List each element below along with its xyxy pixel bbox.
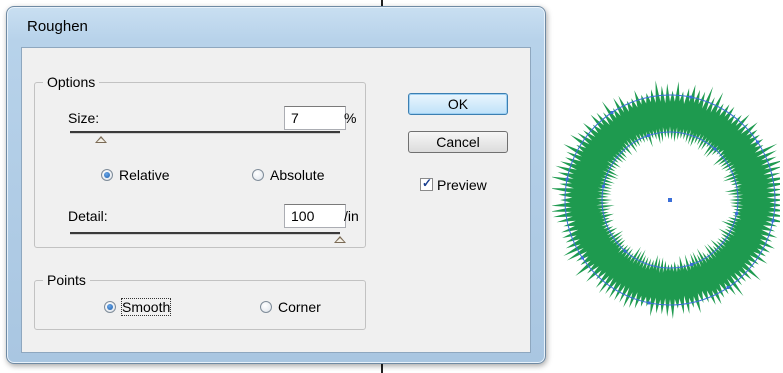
- anchor-point-icon: [565, 177, 569, 181]
- anchor-point-icon: [771, 219, 775, 223]
- anchor-point-icon: [646, 134, 650, 137]
- size-slider-track[interactable]: [70, 131, 340, 134]
- detail-slider-thumb-icon[interactable]: [334, 236, 346, 243]
- corner-radio[interactable]: [260, 301, 272, 313]
- anchor-point-icon: [623, 249, 627, 253]
- anchor-point-icon: [713, 147, 717, 151]
- anchor-point-icon: [689, 95, 693, 99]
- anchor-point-icon: [735, 212, 739, 215]
- anchor-point-icon: [647, 301, 651, 305]
- anchor-point-icon: [756, 140, 759, 144]
- ok-button[interactable]: OK: [408, 93, 508, 115]
- size-slider-thumb-icon[interactable]: [94, 136, 107, 143]
- size-label: Size:: [68, 110, 100, 126]
- anchor-point-icon: [581, 256, 584, 260]
- roughened-ring-preview: [549, 76, 783, 324]
- size-unit: %: [344, 110, 357, 126]
- roughened-ring-graphic: [549, 80, 783, 319]
- detail-unit: /in: [344, 208, 359, 224]
- anchor-point-icon: [690, 263, 694, 266]
- dialog-title: Roughen: [27, 18, 88, 35]
- anchor-point-icon: [610, 111, 614, 114]
- absolute-label[interactable]: Absolute: [270, 167, 324, 183]
- absolute-radio[interactable]: [252, 169, 264, 181]
- preview-label[interactable]: Preview: [437, 177, 487, 193]
- detail-input[interactable]: 100: [284, 204, 346, 228]
- options-legend: Options: [47, 74, 96, 90]
- smooth-label[interactable]: Smooth: [120, 298, 172, 316]
- center-point-icon: [668, 198, 672, 202]
- detail-slider-track[interactable]: [70, 232, 340, 235]
- checkmark-icon: ✓: [422, 176, 433, 190]
- points-legend: Points: [47, 272, 86, 288]
- anchor-point-icon: [726, 286, 730, 289]
- corner-label[interactable]: Corner: [278, 299, 321, 315]
- roughened-ring-shape: [549, 80, 783, 319]
- cancel-button[interactable]: Cancel: [408, 131, 508, 153]
- anchor-point-icon: [601, 185, 605, 188]
- preview-checkbox[interactable]: ✓: [420, 176, 433, 191]
- relative-radio[interactable]: [101, 169, 113, 181]
- relative-label[interactable]: Relative: [119, 167, 170, 183]
- detail-label: Detail:: [68, 208, 108, 224]
- size-input[interactable]: 7: [284, 106, 346, 130]
- roughened-ring-fill: [549, 80, 783, 319]
- smooth-radio[interactable]: [104, 301, 116, 313]
